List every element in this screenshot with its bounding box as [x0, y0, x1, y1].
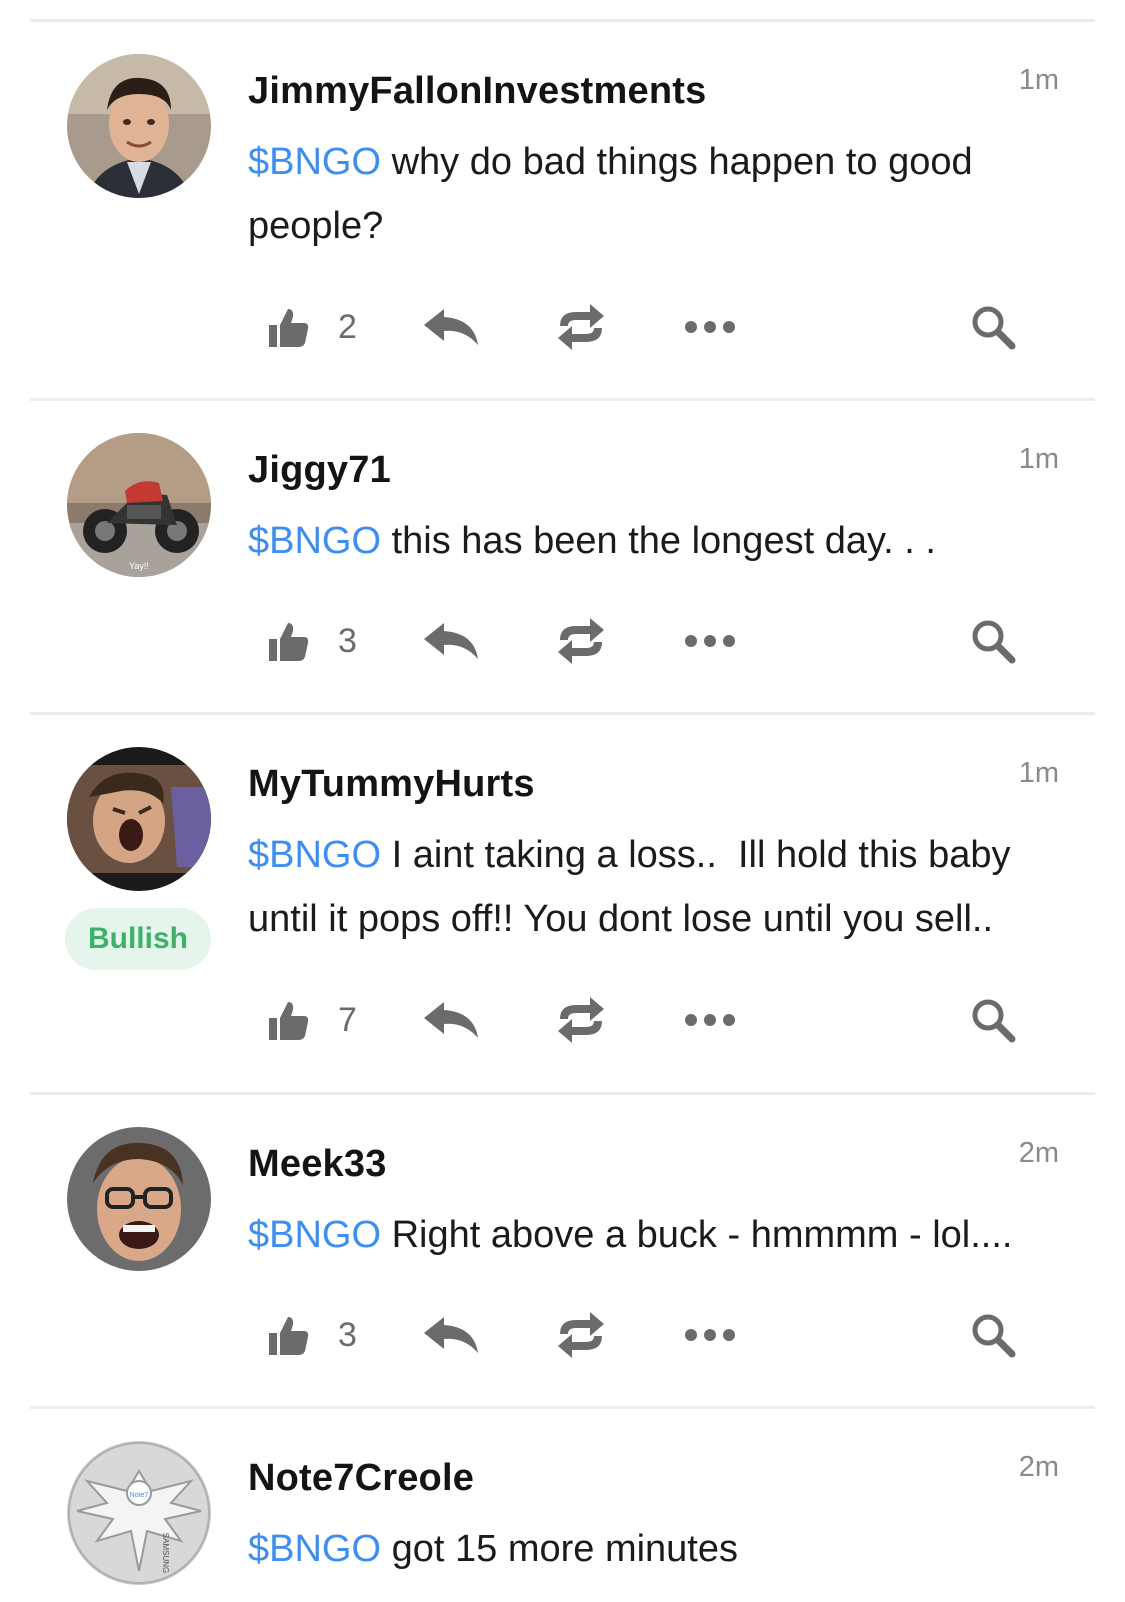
reply-icon	[424, 309, 478, 345]
cashtag-link[interactable]: $BNGO	[248, 520, 381, 562]
reply-button[interactable]	[422, 297, 480, 357]
username[interactable]: JimmyFallonInvestments	[248, 70, 706, 113]
like-button[interactable]: 3	[266, 1305, 357, 1365]
reshare-button[interactable]	[554, 1305, 608, 1365]
more-dots-icon	[685, 1329, 735, 1341]
reply-icon	[424, 1317, 478, 1353]
cashtag-link[interactable]: $BNGO	[248, 1214, 381, 1256]
avatar-badge-text: Note7	[130, 1492, 149, 1499]
thumbs-up-icon	[269, 1002, 309, 1040]
action-bar: 3	[266, 1305, 1026, 1365]
reply-icon	[424, 1002, 478, 1038]
message-body: $BNGO got 15 more minutes	[248, 1517, 1048, 1581]
search-button[interactable]	[970, 297, 1016, 357]
avatar-banner-text: SAMSUNG	[161, 1533, 170, 1573]
cashtag-link[interactable]: $BNGO	[248, 834, 381, 876]
divider	[30, 19, 1095, 22]
message-body: $BNGO why do bad things happen to good p…	[248, 130, 1048, 258]
reply-button[interactable]	[422, 1305, 480, 1365]
divider	[30, 1092, 1095, 1095]
like-count: 2	[338, 307, 357, 346]
divider	[30, 712, 1095, 715]
avatar[interactable]	[67, 1127, 211, 1271]
avatar[interactable]: Note7 SAMSUNG	[67, 1441, 211, 1585]
cashtag-link[interactable]: $BNGO	[248, 141, 381, 183]
divider	[30, 398, 1095, 401]
more-button[interactable]	[684, 990, 736, 1050]
like-count: 7	[338, 1000, 357, 1039]
more-button[interactable]	[684, 611, 736, 671]
reshare-button[interactable]	[554, 297, 608, 357]
search-icon	[972, 620, 1016, 664]
action-bar: 2	[266, 297, 1026, 357]
more-dots-icon	[685, 321, 735, 333]
message-text: why do bad things happen to good	[381, 141, 973, 183]
message-text-cont: until it pops off!! You dont lose until …	[248, 898, 994, 940]
search-icon	[972, 999, 1016, 1043]
timestamp: 1m	[1018, 64, 1059, 96]
more-button[interactable]	[684, 1305, 736, 1365]
divider	[30, 1406, 1095, 1409]
avatar-caption: Yay!!	[129, 561, 149, 571]
message-text-cont: people?	[248, 205, 384, 247]
reshare-icon	[558, 997, 604, 1043]
timestamp: 2m	[1018, 1137, 1059, 1169]
avatar[interactable]: Yay!!	[67, 433, 211, 577]
search-button[interactable]	[970, 611, 1016, 671]
avatar[interactable]	[67, 747, 211, 891]
username[interactable]: Jiggy71	[248, 449, 391, 492]
timestamp: 2m	[1018, 1451, 1059, 1483]
timestamp: 1m	[1018, 757, 1059, 789]
message-body: $BNGO this has been the longest day. . .	[248, 509, 1048, 573]
message-text: this has been the longest day. . .	[381, 520, 936, 562]
like-button[interactable]: 2	[266, 297, 357, 357]
reshare-icon	[558, 304, 604, 350]
reshare-button[interactable]	[554, 990, 608, 1050]
message-body: $BNGO Right above a buck - hmmmm - lol..…	[248, 1203, 1048, 1267]
reshare-button[interactable]	[554, 611, 608, 671]
username[interactable]: Note7Creole	[248, 1457, 474, 1500]
message-body: $BNGO I aint taking a loss.. Ill hold th…	[248, 823, 1048, 951]
reshare-icon	[558, 618, 604, 664]
sentiment-badge-bullish: Bullish	[65, 908, 211, 970]
reshare-icon	[558, 1312, 604, 1358]
message-text: I aint taking a loss.. Ill hold this bab…	[381, 834, 1011, 876]
username[interactable]: Meek33	[248, 1143, 387, 1186]
like-button[interactable]: 7	[266, 990, 357, 1050]
avatar[interactable]	[67, 54, 211, 198]
more-dots-icon	[685, 635, 735, 647]
thumbs-up-icon	[269, 1317, 309, 1355]
reply-button[interactable]	[422, 990, 480, 1050]
search-button[interactable]	[970, 990, 1016, 1050]
search-icon	[972, 1314, 1016, 1358]
action-bar: 3	[266, 611, 1026, 671]
thumbs-up-icon	[269, 623, 309, 661]
like-button[interactable]: 3	[266, 611, 357, 671]
message-text: got 15 more minutes	[381, 1528, 739, 1570]
reply-button[interactable]	[422, 611, 480, 671]
search-button[interactable]	[970, 1305, 1016, 1365]
action-bar: 7	[266, 990, 1026, 1050]
more-dots-icon	[685, 1014, 735, 1026]
more-button[interactable]	[684, 297, 736, 357]
message-text: Right above a buck - hmmmm - lol....	[381, 1214, 1013, 1256]
like-count: 3	[338, 1315, 357, 1354]
reply-icon	[424, 623, 478, 659]
timestamp: 1m	[1018, 443, 1059, 475]
like-count: 3	[338, 621, 357, 660]
thumbs-up-icon	[269, 309, 309, 347]
username[interactable]: MyTummyHurts	[248, 763, 535, 806]
search-icon	[972, 306, 1016, 350]
cashtag-link[interactable]: $BNGO	[248, 1528, 381, 1570]
